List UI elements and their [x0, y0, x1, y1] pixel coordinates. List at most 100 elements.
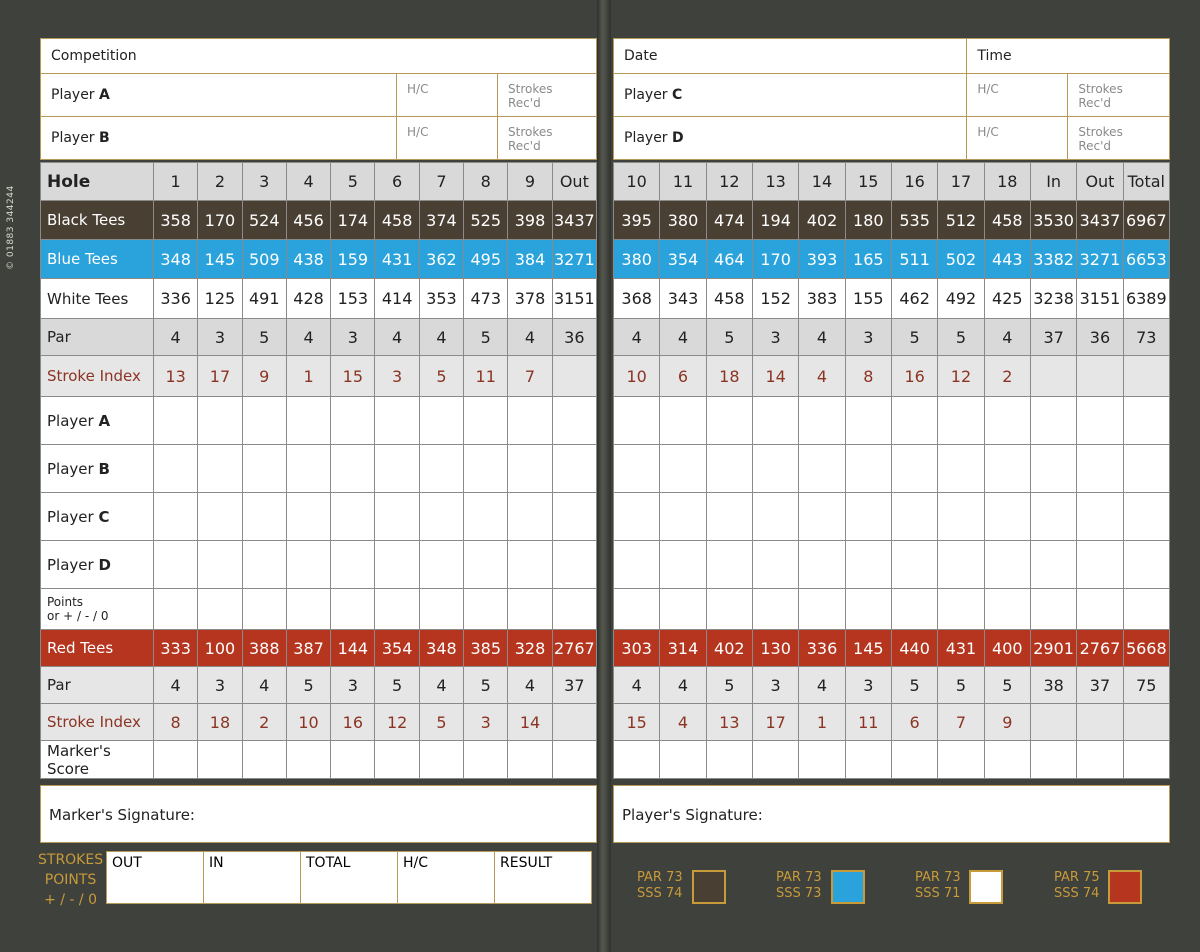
player-a-score-row-entry-cell[interactable]	[890, 396, 939, 445]
player-b-score-row-entry-cell[interactable]	[798, 444, 846, 493]
player-d-score-row-entry-cell[interactable]	[507, 540, 553, 589]
markers-score-row-entry-cell[interactable]	[418, 740, 465, 779]
player-c-score-row-entry-cell[interactable]	[937, 492, 985, 541]
player-a-strokes-field[interactable]: Strokes Rec'd	[497, 73, 597, 117]
points-row-entry-cell[interactable]	[507, 588, 553, 630]
player-b-score-row-entry-cell[interactable]	[659, 444, 707, 493]
player-c-hc-field[interactable]: H/C	[966, 73, 1069, 117]
markers-score-row-entry-cell[interactable]	[844, 740, 892, 779]
time-field[interactable]: Time	[966, 38, 1170, 74]
points-row-entry-cell[interactable]	[197, 588, 243, 630]
points-row-entry-cell[interactable]	[152, 588, 199, 630]
player-b-score-row-entry-cell[interactable]	[418, 444, 465, 493]
player-d-score-row-entry-cell[interactable]	[1122, 540, 1171, 589]
player-c-score-row-entry-cell[interactable]	[890, 492, 939, 541]
points-row-entry-cell[interactable]	[1029, 588, 1078, 630]
player-c-score-row-entry-cell[interactable]	[705, 492, 753, 541]
player-d-score-row-entry-cell[interactable]	[463, 540, 509, 589]
player-b-score-row-entry-cell[interactable]	[751, 444, 800, 493]
result-box[interactable]: RESULT	[494, 851, 592, 904]
player-d-score-row-entry-cell[interactable]	[798, 540, 846, 589]
player-d-score-row-entry-cell[interactable]	[197, 540, 243, 589]
markers-score-row-entry-cell[interactable]	[197, 740, 243, 779]
player-c-score-row-entry-cell[interactable]	[659, 492, 707, 541]
player-b-score-row-entry-cell[interactable]	[983, 444, 1031, 493]
player-d-score-row-entry-cell[interactable]	[890, 540, 939, 589]
player-a-score-row-entry-cell[interactable]	[983, 396, 1031, 445]
markers-score-row-entry-cell[interactable]	[612, 740, 661, 779]
player-d-score-row-entry-cell[interactable]	[374, 540, 420, 589]
player-d-hc-field[interactable]: H/C	[966, 116, 1069, 160]
points-row-entry-cell[interactable]	[937, 588, 985, 630]
player-a-score-row-entry-cell[interactable]	[844, 396, 892, 445]
date-field[interactable]: Date	[612, 38, 968, 74]
player-c-score-row-entry-cell[interactable]	[418, 492, 465, 541]
markers-score-row-entry-cell[interactable]	[551, 740, 598, 779]
points-row-entry-cell[interactable]	[285, 588, 332, 630]
player-d-score-row-entry-cell[interactable]	[612, 540, 661, 589]
player-c-score-row-entry-cell[interactable]	[507, 492, 553, 541]
player-c-score-row-entry-cell[interactable]	[374, 492, 420, 541]
player-d-strokes-field[interactable]: Strokes Rec'd	[1067, 116, 1170, 160]
player-d-name-field[interactable]: Player D	[612, 116, 968, 160]
markers-score-row-entry-cell[interactable]	[890, 740, 939, 779]
player-a-score-row-entry-cell[interactable]	[751, 396, 800, 445]
player-c-score-row-entry-cell[interactable]	[463, 492, 509, 541]
player-c-strokes-field[interactable]: Strokes Rec'd	[1067, 73, 1170, 117]
player-b-score-row-entry-cell[interactable]	[285, 444, 332, 493]
player-d-score-row-entry-cell[interactable]	[418, 540, 465, 589]
player-b-score-row-entry-cell[interactable]	[1122, 444, 1171, 493]
player-d-score-row-entry-cell[interactable]	[152, 540, 199, 589]
player-b-score-row-entry-cell[interactable]	[241, 444, 287, 493]
markers-score-row-entry-cell[interactable]	[285, 740, 332, 779]
player-signature-field[interactable]: Player's Signature:	[613, 785, 1170, 843]
points-row-entry-cell[interactable]	[844, 588, 892, 630]
player-a-name-field[interactable]: Player A	[40, 73, 397, 117]
player-a-score-row-entry-cell[interactable]	[551, 396, 598, 445]
player-a-hc-field[interactable]: H/C	[396, 73, 498, 117]
player-c-name-field[interactable]: Player C	[612, 73, 968, 117]
player-c-score-row-entry-cell[interactable]	[1076, 492, 1124, 541]
player-b-score-row-entry-cell[interactable]	[1029, 444, 1078, 493]
points-row-entry-cell[interactable]	[659, 588, 707, 630]
points-row-entry-cell[interactable]	[1122, 588, 1171, 630]
points-row-entry-cell[interactable]	[612, 588, 661, 630]
points-row-entry-cell[interactable]	[798, 588, 846, 630]
player-d-score-row-entry-cell[interactable]	[1029, 540, 1078, 589]
player-b-score-row-entry-cell[interactable]	[374, 444, 420, 493]
markers-score-row-entry-cell[interactable]	[152, 740, 199, 779]
hc-box[interactable]: H/C	[397, 851, 495, 904]
player-d-score-row-entry-cell[interactable]	[937, 540, 985, 589]
markers-score-row-entry-cell[interactable]	[798, 740, 846, 779]
markers-score-row-entry-cell[interactable]	[330, 740, 376, 779]
points-row-entry-cell[interactable]	[751, 588, 800, 630]
player-a-score-row-entry-cell[interactable]	[705, 396, 753, 445]
player-c-score-row-entry-cell[interactable]	[844, 492, 892, 541]
player-b-score-row-entry-cell[interactable]	[463, 444, 509, 493]
markers-score-row-entry-cell[interactable]	[241, 740, 287, 779]
player-a-score-row-entry-cell[interactable]	[798, 396, 846, 445]
player-c-score-row-entry-cell[interactable]	[152, 492, 199, 541]
player-a-score-row-entry-cell[interactable]	[1076, 396, 1124, 445]
player-a-score-row-entry-cell[interactable]	[659, 396, 707, 445]
player-b-score-row-entry-cell[interactable]	[197, 444, 243, 493]
player-a-score-row-entry-cell[interactable]	[937, 396, 985, 445]
player-a-score-row-entry-cell[interactable]	[152, 396, 199, 445]
markers-score-row-entry-cell[interactable]	[507, 740, 553, 779]
player-b-score-row-entry-cell[interactable]	[844, 444, 892, 493]
player-b-name-field[interactable]: Player B	[40, 116, 397, 160]
player-b-score-row-entry-cell[interactable]	[937, 444, 985, 493]
player-c-score-row-entry-cell[interactable]	[1122, 492, 1171, 541]
points-row-entry-cell[interactable]	[705, 588, 753, 630]
player-c-score-row-entry-cell[interactable]	[612, 492, 661, 541]
player-b-strokes-field[interactable]: Strokes Rec'd	[497, 116, 597, 160]
player-c-score-row-entry-cell[interactable]	[751, 492, 800, 541]
player-c-score-row-entry-cell[interactable]	[330, 492, 376, 541]
in-box[interactable]: IN	[203, 851, 301, 904]
points-row-entry-cell[interactable]	[330, 588, 376, 630]
player-a-score-row-entry-cell[interactable]	[612, 396, 661, 445]
markers-score-row-entry-cell[interactable]	[983, 740, 1031, 779]
out-box[interactable]: OUT	[106, 851, 204, 904]
points-row-entry-cell[interactable]	[241, 588, 287, 630]
player-c-score-row-entry-cell[interactable]	[798, 492, 846, 541]
